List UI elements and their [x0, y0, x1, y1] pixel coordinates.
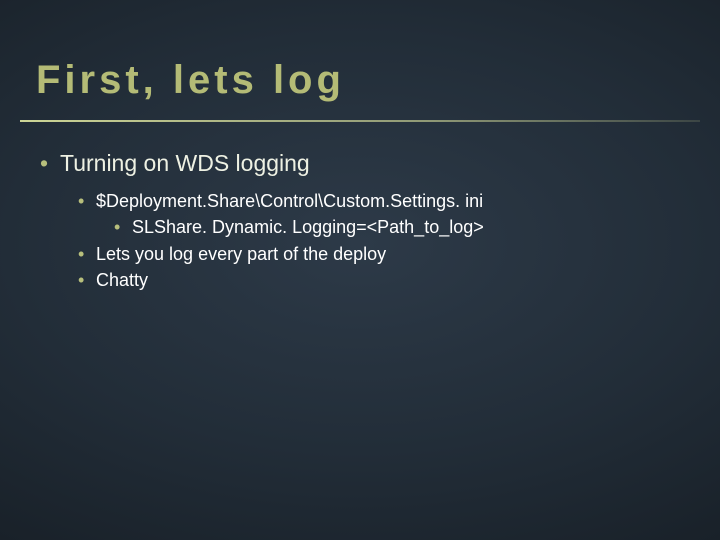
slide-title: First, lets log — [36, 58, 345, 103]
bullet-level-3: • SLShare. Dynamic. Logging=<Path_to_log… — [40, 215, 680, 239]
bullet-icon: • — [40, 150, 48, 177]
bullet-level-2: • $Deployment.Share\Control\Custom.Setti… — [40, 189, 680, 213]
bullet-icon: • — [114, 215, 120, 239]
bullet-icon: • — [78, 268, 84, 292]
bullet-text: SLShare. Dynamic. Logging=<Path_to_log> — [132, 217, 484, 237]
bullet-level-2: • Chatty — [40, 268, 680, 292]
title-underline — [20, 120, 700, 122]
slide: First, lets log • Turning on WDS logging… — [0, 0, 720, 540]
bullet-level-1: • Turning on WDS logging — [40, 150, 680, 177]
bullet-text: $Deployment.Share\Control\Custom.Setting… — [96, 191, 483, 211]
bullet-text: Turning on WDS logging — [60, 150, 310, 176]
slide-body: • Turning on WDS logging • $Deployment.S… — [40, 150, 680, 294]
bullet-text: Lets you log every part of the deploy — [96, 244, 386, 264]
bullet-icon: • — [78, 189, 84, 213]
bullet-level-2: • Lets you log every part of the deploy — [40, 242, 680, 266]
bullet-icon: • — [78, 242, 84, 266]
bullet-text: Chatty — [96, 270, 148, 290]
